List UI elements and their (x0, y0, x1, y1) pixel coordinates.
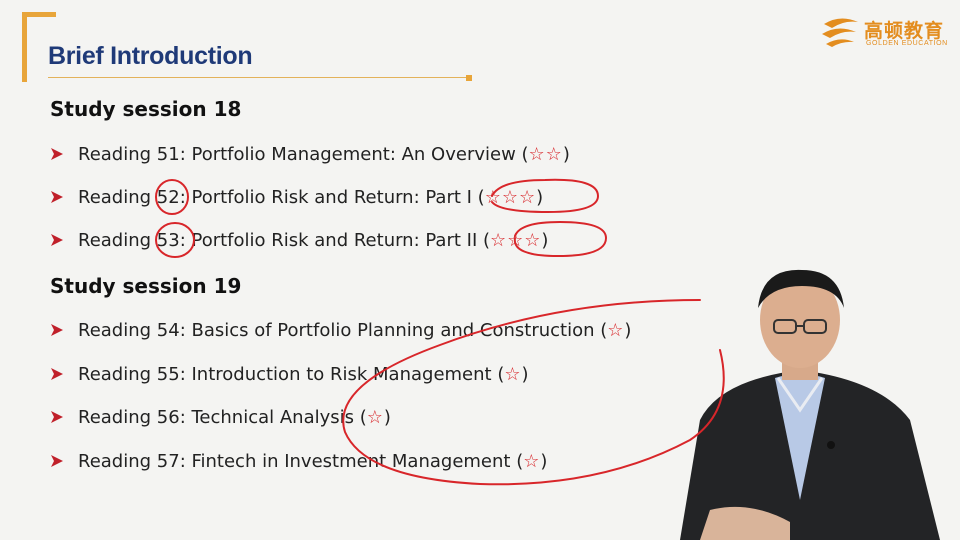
reading-text: Reading 52: Portfolio Risk and Return: P… (78, 186, 485, 208)
reading-close: ) (540, 450, 548, 472)
reading-text: Reading 57: Fintech in Investment Manage… (78, 450, 524, 472)
brand-logo-chinese: 高顿教育 (864, 20, 945, 42)
difficulty-stars: ☆ (607, 319, 625, 341)
reading-56: Reading 56: Technical Analysis (☆) (50, 404, 391, 430)
reading-52: Reading 52: Portfolio Risk and Return: P… (50, 184, 543, 210)
title-underline-dot (466, 75, 472, 81)
difficulty-stars: ☆☆ (528, 143, 563, 165)
arrow-bullet-icon (51, 191, 63, 203)
reading-51: Reading 51: Portfolio Management: An Ove… (50, 141, 570, 167)
brand-logo-icon (822, 18, 858, 47)
reading-text: Reading 55: Introduction to Risk Managem… (78, 363, 505, 385)
session-19-heading: Study session 19 (50, 274, 242, 298)
reading-close: ) (562, 143, 570, 165)
session-18-heading: Study session 18 (50, 97, 242, 121)
reading-close: ) (541, 229, 549, 251)
reading-close: ) (536, 186, 544, 208)
difficulty-stars: ☆☆☆ (490, 229, 542, 251)
presenter-video (680, 269, 940, 540)
reading-close: ) (624, 319, 632, 341)
reading-text: Reading 56: Technical Analysis ( (78, 406, 367, 428)
difficulty-stars: ☆ (504, 363, 522, 385)
reading-text: Reading 53: Portfolio Risk and Return: P… (78, 229, 490, 251)
arrow-bullet-icon (51, 368, 63, 380)
title-underline (48, 77, 468, 78)
reading-55: Reading 55: Introduction to Risk Managem… (50, 361, 529, 387)
reading-text: Reading 51: Portfolio Management: An Ove… (78, 143, 529, 165)
reading-close: ) (383, 406, 391, 428)
reading-54: Reading 54: Basics of Portfolio Planning… (50, 317, 631, 343)
difficulty-stars: ☆ (366, 406, 384, 428)
reading-text: Reading 54: Basics of Portfolio Planning… (78, 319, 608, 341)
brand-logo: 高顿教育 GOLDEN EDUCATION (820, 12, 950, 54)
arrow-bullet-icon (51, 234, 63, 246)
reading-53: Reading 53: Portfolio Risk and Return: P… (50, 227, 548, 253)
arrow-bullet-icon (51, 148, 63, 160)
difficulty-stars: ☆☆☆ (484, 186, 537, 208)
arrow-bullet-icon (51, 324, 63, 336)
slide-title: Brief Introduction (48, 42, 253, 70)
arrow-bullet-icon (51, 411, 63, 423)
arrow-bullet-icon (51, 455, 63, 467)
reading-57: Reading 57: Fintech in Investment Manage… (50, 448, 547, 474)
difficulty-stars: ☆ (523, 450, 541, 472)
brand-logo-english: GOLDEN EDUCATION (866, 40, 948, 47)
reading-close: ) (521, 363, 529, 385)
slide: Brief Introduction 高顿教育 GOLDEN EDUCATION… (0, 0, 960, 540)
